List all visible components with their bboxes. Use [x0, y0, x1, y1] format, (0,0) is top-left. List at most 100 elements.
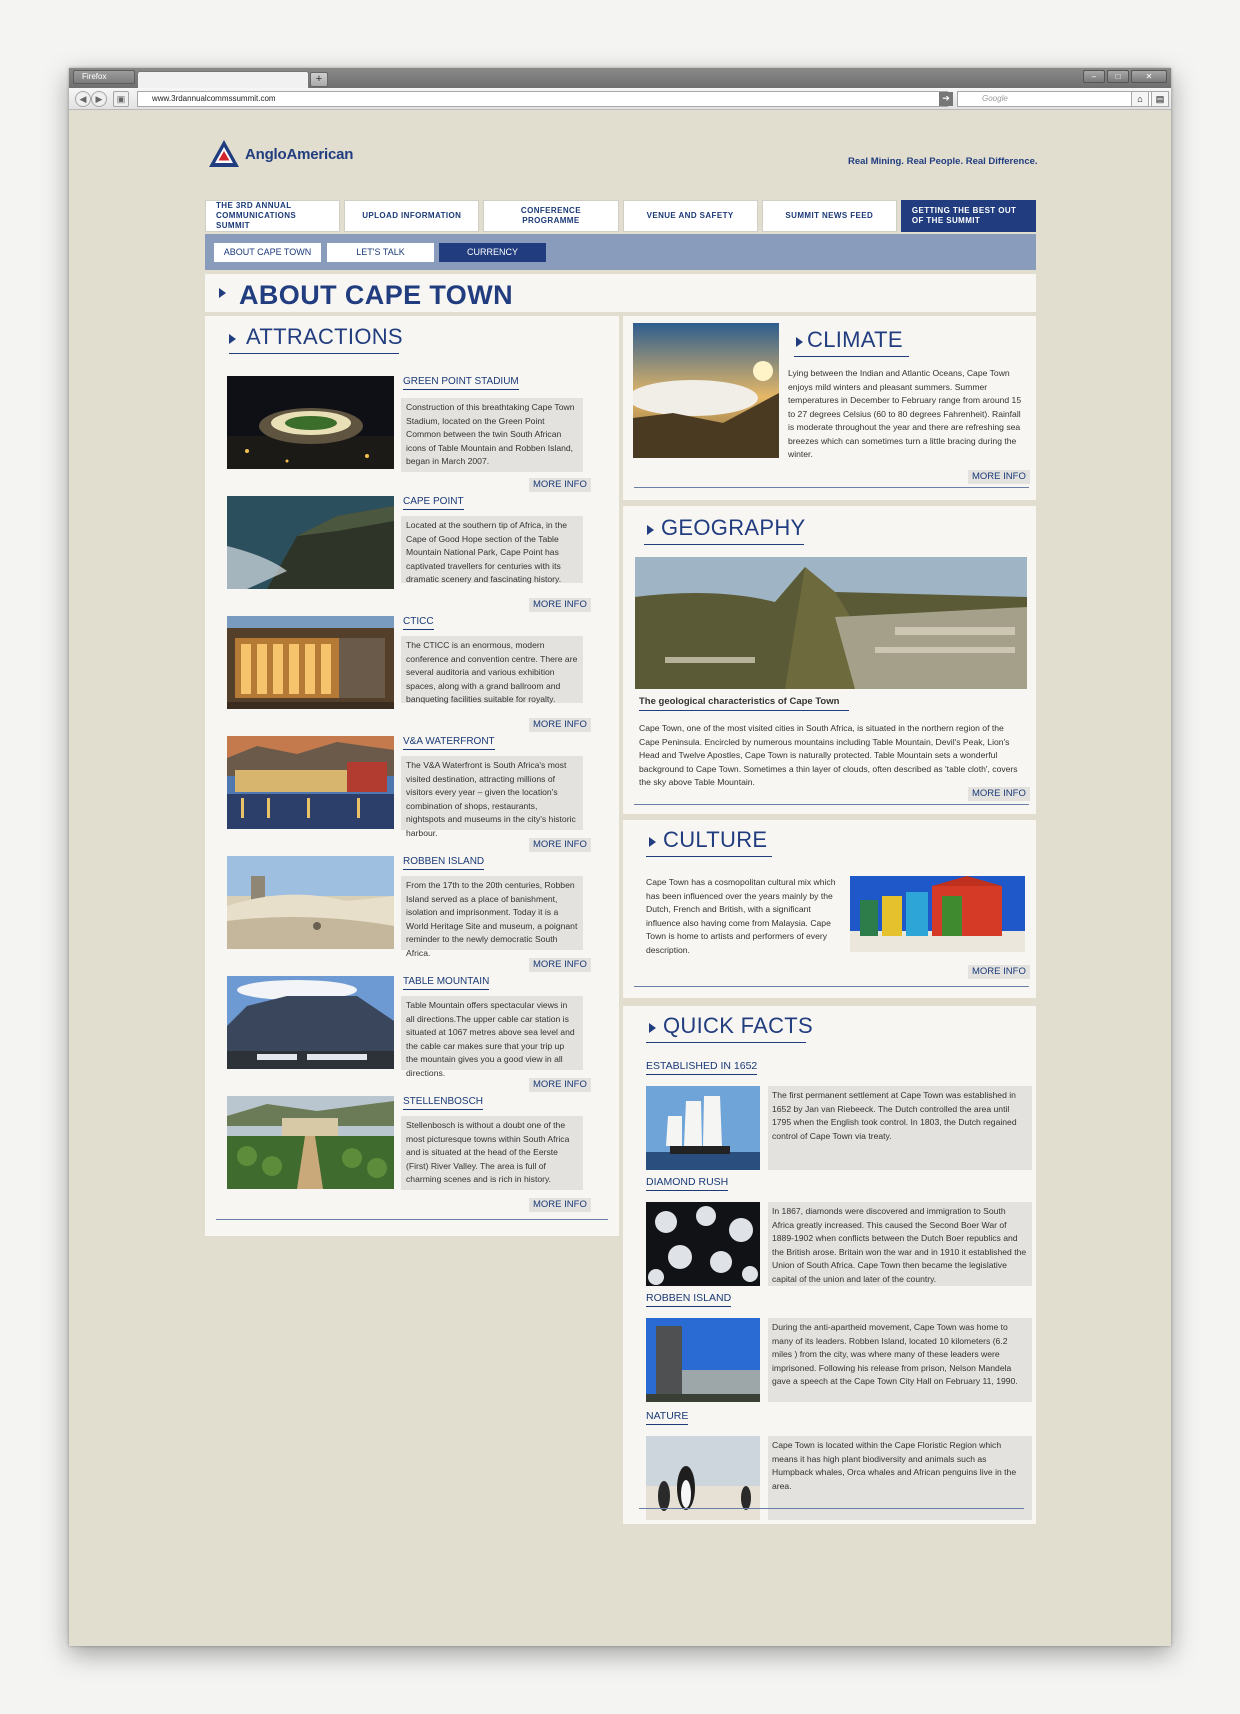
page-title-band: ABOUT CAPE TOWN — [205, 274, 1036, 312]
more-info-link[interactable]: MORE INFO — [529, 838, 591, 852]
tagline: Real Mining. Real People. Real Differenc… — [848, 156, 1038, 167]
more-info-link[interactable]: MORE INFO — [529, 718, 591, 732]
nav-conference-programme[interactable]: CONFERENCE PROGRAMME — [483, 200, 619, 232]
toolbar-menu-icon[interactable]: ▤ — [1151, 91, 1169, 107]
geography-heading: GEOGRAPHY — [661, 515, 806, 540]
page-title: ABOUT CAPE TOWN — [239, 280, 513, 310]
arrow-icon — [649, 837, 656, 847]
attraction-title[interactable]: V&A WATERFRONT — [403, 736, 495, 750]
geography-panel: GEOGRAPHY The geological characteristics… — [623, 506, 1036, 814]
climate-text: Lying between the Indian and Atlantic Oc… — [788, 368, 1022, 459]
fact-title: ESTABLISHED IN 1652 — [646, 1060, 758, 1075]
geography-aerial-photo — [635, 557, 1027, 689]
quick-facts-heading: QUICK FACTS — [663, 1013, 813, 1038]
culture-heading: CULTURE — [663, 827, 768, 852]
nav-summit-news-feed[interactable]: SUMMIT NEWS FEED — [761, 200, 897, 232]
more-info-link[interactable]: MORE INFO — [968, 470, 1030, 484]
nav-upload-information[interactable]: UPLOAD INFORMATION — [344, 200, 480, 232]
attraction-title[interactable]: CAPE POINT — [403, 496, 464, 510]
logo[interactable]: AngloAmerican — [207, 138, 353, 170]
quick-facts-panel: QUICK FACTS ESTABLISHED IN 1652 The firs… — [623, 1006, 1036, 1524]
attraction-description: From the 17th to the 20th centuries, Rob… — [401, 876, 583, 958]
robben-island-photo — [227, 856, 394, 949]
attraction-title[interactable]: GREEN POINT STADIUM — [403, 376, 519, 390]
fact-title: NATURE — [646, 1410, 689, 1425]
subnav-about-cape-town[interactable]: ABOUT CAPE TOWN — [214, 243, 321, 262]
arrow-icon — [229, 334, 236, 344]
more-info-link[interactable]: MORE INFO — [529, 958, 591, 972]
attraction-description: The CTICC is an enormous, modern confere… — [401, 636, 583, 704]
more-info-link[interactable]: MORE INFO — [529, 478, 591, 492]
attractions-panel: ATTRACTIONS GREEN POINT STADIUM Construc… — [205, 316, 619, 1236]
attraction-title[interactable]: CTICC — [403, 616, 434, 630]
heading-underline — [229, 353, 399, 354]
climate-heading: CLIMATE — [807, 327, 903, 352]
back-arrow-icon[interactable]: ◀ — [75, 91, 91, 107]
more-info-link[interactable]: MORE INFO — [529, 1198, 591, 1212]
fact-description: The first permanent settlement at Cape T… — [768, 1086, 1032, 1170]
nav-getting-the-best[interactable]: GETTING THE BEST OUT OF THE SUMMIT — [900, 200, 1037, 232]
attraction-description: Located at the southern tip of Africa, i… — [401, 516, 583, 584]
nav-venue-and-safety[interactable]: VENUE AND SAFETY — [622, 200, 758, 232]
more-info-link[interactable]: MORE INFO — [968, 787, 1030, 801]
anglo-american-logo-icon — [209, 140, 239, 167]
climate-cloud-photo — [633, 323, 779, 458]
robben-island-tower-photo — [646, 1318, 760, 1402]
fact-title: DIAMOND RUSH — [646, 1176, 729, 1191]
arrow-icon — [796, 337, 803, 347]
more-info-link[interactable]: MORE INFO — [968, 965, 1030, 979]
search-input[interactable]: Google — [957, 91, 1153, 107]
panel-divider — [634, 804, 1029, 805]
fact-description: During the anti-apartheid movement, Cape… — [768, 1318, 1032, 1402]
heading-underline — [644, 544, 804, 545]
main-navigation: THE 3RD ANNUAL COMMUNICATIONS SUMMIT UPL… — [205, 200, 1037, 232]
window-controls: – □ ✕ — [1083, 70, 1167, 83]
more-info-link[interactable]: MORE INFO — [529, 598, 591, 612]
arrow-icon — [219, 288, 226, 298]
panel-divider — [639, 1508, 1024, 1509]
attraction-title[interactable]: ROBBEN ISLAND — [403, 856, 485, 870]
panel-divider — [634, 487, 1029, 488]
beach-huts-photo — [850, 876, 1025, 952]
fact-title: ROBBEN ISLAND — [646, 1292, 732, 1307]
culture-text: Cape Town has a cosmopolitan cultural mi… — [646, 877, 836, 955]
close-icon[interactable]: ✕ — [1131, 70, 1167, 83]
panel-divider — [216, 1219, 608, 1220]
attraction-description: Construction of this breathtaking Cape T… — [401, 398, 583, 472]
attractions-heading: ATTRACTIONS — [246, 324, 403, 349]
browser-tab[interactable] — [137, 71, 309, 88]
subnav-lets-talk[interactable]: LET'S TALK — [327, 243, 434, 262]
home-icon[interactable]: ⌂ — [1131, 91, 1149, 107]
attraction-description: The V&A Waterfront is South Africa's mos… — [401, 756, 583, 838]
heading-underline — [794, 356, 909, 357]
subnav-currency[interactable]: CURRENCY — [439, 243, 546, 262]
maximize-icon[interactable]: □ — [1107, 70, 1129, 83]
heading-underline — [646, 1042, 806, 1043]
forward-arrow-icon[interactable]: ▶ — [91, 91, 107, 107]
climate-panel: CLIMATE Lying between the Indian and Atl… — [623, 316, 1036, 500]
navigation-toolbar: ◀ ▶ ▣ www.3rdannualcommssummit.com ➔ Goo… — [69, 88, 1171, 110]
table-mountain-photo — [227, 976, 394, 1069]
fact-description: In 1867, diamonds were discovered and im… — [768, 1202, 1032, 1286]
stellenbosch-photo — [227, 1096, 394, 1189]
attraction-title[interactable]: TABLE MOUNTAIN — [403, 976, 490, 990]
browser-window: Firefox + – □ ✕ ◀ ▶ ▣ www.3rdannualcomms… — [69, 68, 1171, 1646]
nav-communications-summit[interactable]: THE 3RD ANNUAL COMMUNICATIONS SUMMIT — [205, 200, 341, 232]
go-arrow-icon[interactable]: ➔ — [939, 92, 953, 106]
more-info-link[interactable]: MORE INFO — [529, 1078, 591, 1092]
tall-ship-photo — [646, 1086, 760, 1170]
geography-text: Cape Town, one of the most visited citie… — [639, 723, 1018, 787]
minimize-icon[interactable]: – — [1083, 70, 1105, 83]
geography-caption: The geological characteristics of Cape T… — [639, 696, 849, 711]
site-identity-icon[interactable]: ▣ — [113, 91, 129, 107]
firefox-menu-button[interactable]: Firefox — [73, 70, 135, 84]
attraction-title[interactable]: STELLENBOSCH — [403, 1096, 484, 1110]
title-bar: Firefox + – □ ✕ — [69, 68, 1171, 88]
panel-divider — [634, 986, 1029, 987]
url-input[interactable]: www.3rdannualcommssummit.com — [137, 91, 948, 107]
arrow-icon — [647, 525, 654, 535]
new-tab-button[interactable]: + — [310, 72, 328, 87]
attraction-description: Stellenbosch is without a doubt one of t… — [401, 1116, 583, 1190]
green-point-stadium-photo — [227, 376, 394, 469]
attraction-description: Table Mountain offers spectacular views … — [401, 996, 583, 1078]
